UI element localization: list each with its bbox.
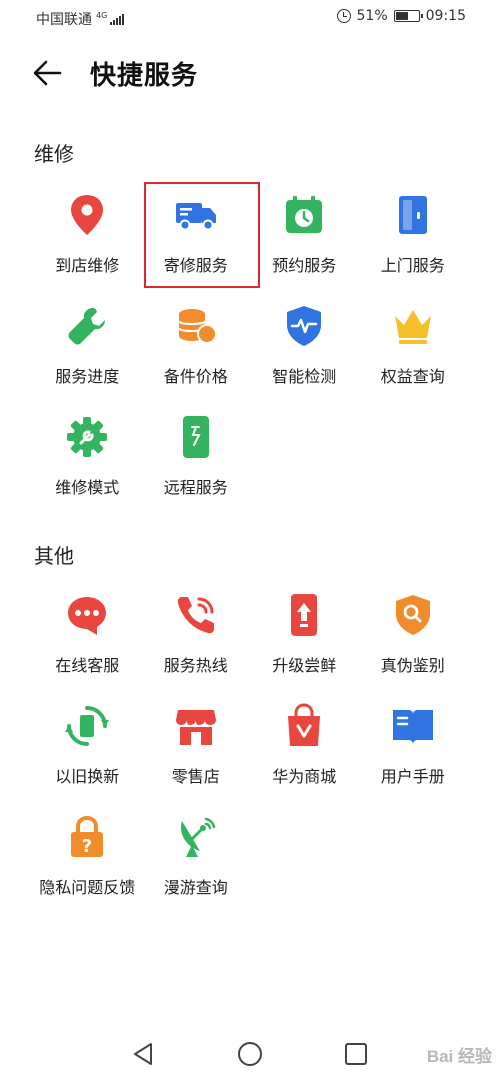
service-item-shield-pulse[interactable]: 智能检测 — [250, 294, 359, 405]
store-icon — [172, 702, 220, 750]
status-left: 中国联通 4G — [36, 9, 125, 29]
service-item-label: 零售店 — [171, 767, 220, 786]
service-item-label: 上门服务 — [380, 256, 445, 275]
back-arrow-icon — [33, 60, 62, 86]
service-item-upgrade-phone[interactable]: 升级尝鲜 — [250, 583, 359, 694]
service-item-label: 远程服务 — [163, 478, 228, 497]
door-icon — [389, 191, 437, 239]
phone-call-icon — [172, 591, 220, 639]
service-item-location-pin[interactable]: 到店维修 — [33, 183, 142, 294]
remote-phone-icon — [172, 413, 220, 461]
service-item-label: 权益查询 — [380, 367, 445, 386]
system-nav-bar: Bai 经验 — [0, 1025, 500, 1083]
location-pin-icon — [63, 191, 111, 239]
service-item-label: 漫游查询 — [163, 878, 228, 897]
crown-icon — [389, 302, 437, 350]
wrench-icon — [63, 302, 111, 350]
other-service-grid: 在线客服 服务热线 升级尝鲜 真伪鉴别 以旧换新 零售店 华为商城 用户手册? 隐私问题反馈 漫游… — [33, 583, 467, 916]
section-title-repair: 维修 — [34, 142, 74, 166]
service-item-label: 以旧换新 — [55, 767, 120, 786]
battery-percent: 51% — [356, 8, 388, 24]
square-recents-icon — [345, 1043, 367, 1065]
service-item-label: 升级尝鲜 — [272, 656, 337, 675]
service-item-coins[interactable]: 备件价格 — [142, 294, 251, 405]
service-item-label: 寄修服务 — [163, 256, 228, 275]
book-icon — [389, 702, 437, 750]
service-item-shield-search[interactable]: 真伪鉴别 — [359, 583, 468, 694]
service-item-door[interactable]: 上门服务 — [359, 183, 468, 294]
nav-recents-button[interactable] — [342, 1040, 370, 1068]
service-item-label: 用户手册 — [380, 767, 445, 786]
service-item-wrench[interactable]: 服务进度 — [33, 294, 142, 405]
delivery-truck-icon — [172, 191, 220, 239]
circle-home-icon — [238, 1042, 262, 1066]
shield-search-icon — [389, 591, 437, 639]
service-item-label: 服务热线 — [163, 656, 228, 675]
service-item-delivery-truck[interactable]: 寄修服务 — [142, 182, 260, 294]
coins-icon — [172, 302, 220, 350]
triangle-back-icon — [134, 1043, 152, 1065]
carrier-name: 中国联通 — [36, 12, 92, 28]
service-item-label: 预约服务 — [272, 256, 337, 275]
status-bar: 中国联通 4G 51% 09:15 — [0, 0, 500, 36]
service-item-label: 华为商城 — [272, 767, 337, 786]
service-item-label: 到店维修 — [55, 256, 120, 275]
gear-wrench-icon — [63, 413, 111, 461]
service-item-trade-in[interactable]: 以旧换新 — [33, 694, 142, 805]
chat-bubble-icon — [63, 591, 111, 639]
baidu-watermark: Bai 经验 — [426, 1047, 492, 1066]
back-button[interactable] — [30, 55, 66, 91]
service-item-label: 真伪鉴别 — [380, 656, 445, 675]
signal-icon — [110, 13, 125, 25]
service-item-label: 备件价格 — [163, 367, 228, 386]
section-title-other: 其他 — [34, 544, 74, 568]
service-item-label: 在线客服 — [55, 656, 120, 675]
service-item-chat-bubble[interactable]: 在线客服 — [33, 583, 142, 694]
service-item-crown[interactable]: 权益查询 — [359, 294, 468, 405]
shield-pulse-icon — [280, 302, 328, 350]
alarm-icon — [336, 9, 351, 23]
service-item-label: 隐私问题反馈 — [39, 878, 136, 897]
svg-text:?: ? — [82, 836, 92, 857]
nav-home-button[interactable] — [236, 1040, 264, 1068]
nav-back-button[interactable] — [130, 1040, 158, 1068]
service-item-book[interactable]: 用户手册 — [359, 694, 468, 805]
service-item-shopping-bag[interactable]: 华为商城 — [250, 694, 359, 805]
repair-service-grid: 到店维修 寄修服务 预约服务 上门服务服务进度 备件价格 智能检测 权益查询维修模式 远程服务 — [33, 182, 468, 516]
page-title: 快捷服务 — [90, 61, 199, 91]
service-item-phone-call[interactable]: 服务热线 — [142, 583, 251, 694]
service-item-satellite-dish[interactable]: 漫游查询 — [142, 805, 251, 916]
network-type: 4G — [96, 11, 108, 20]
service-item-remote-phone[interactable]: 远程服务 — [142, 405, 251, 516]
clock-time: 09:15 — [425, 8, 466, 24]
service-item-calendar-clock[interactable]: 预约服务 — [250, 183, 359, 294]
service-item-label: 维修模式 — [55, 478, 120, 497]
service-item-label: 服务进度 — [55, 367, 120, 386]
satellite-dish-icon — [172, 813, 220, 861]
privacy-lock-icon: ? — [63, 813, 111, 861]
calendar-clock-icon — [280, 191, 328, 239]
app-header: 快捷服务 — [0, 45, 500, 101]
service-item-gear-wrench[interactable]: 维修模式 — [33, 405, 142, 516]
battery-icon — [393, 10, 423, 22]
status-right: 51% 09:15 — [336, 8, 466, 24]
shopping-bag-icon — [280, 702, 328, 750]
service-item-store[interactable]: 零售店 — [142, 694, 251, 805]
service-item-privacy-lock[interactable]: ? 隐私问题反馈 — [33, 805, 142, 916]
upgrade-phone-icon — [280, 591, 328, 639]
service-item-label: 智能检测 — [272, 367, 337, 386]
trade-in-icon — [63, 702, 111, 750]
